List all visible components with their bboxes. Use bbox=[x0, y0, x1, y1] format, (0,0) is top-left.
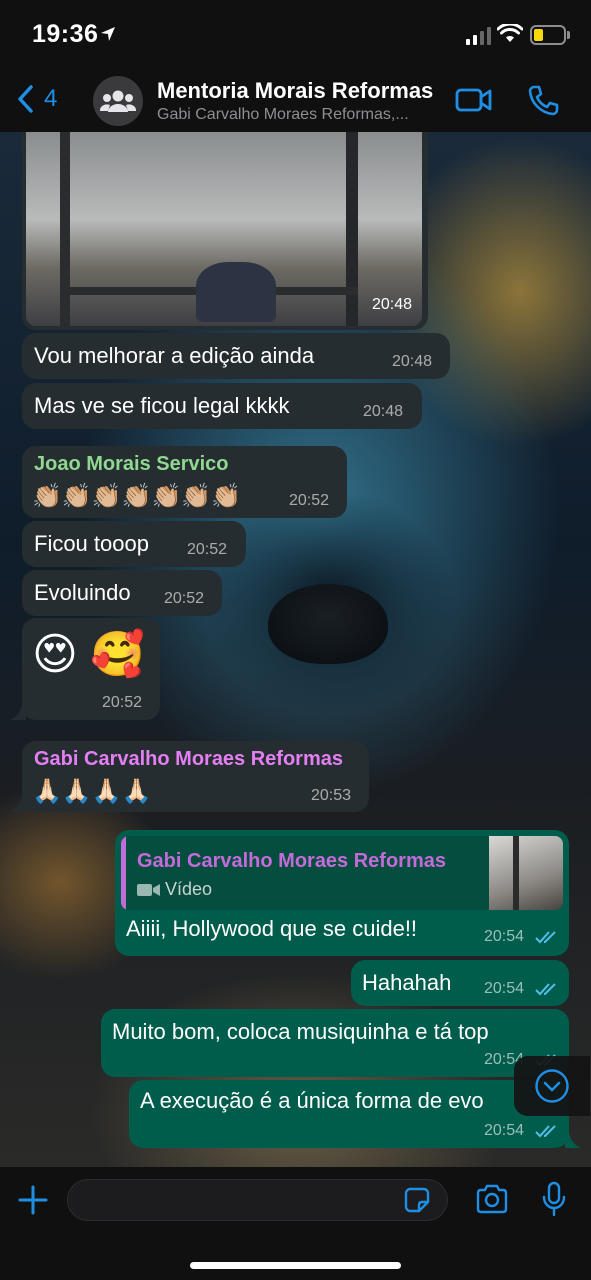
message-emoji: 😍 🥰 bbox=[32, 630, 145, 679]
cellular-signal-icon bbox=[466, 27, 491, 45]
message-bubble[interactable]: 😍 🥰 20:52 bbox=[22, 618, 160, 720]
message-bubble[interactable]: Mas ve se ficou legal kkkk 20:48 bbox=[22, 383, 422, 429]
read-receipt-icon bbox=[535, 931, 556, 944]
home-indicator[interactable] bbox=[190, 1262, 401, 1269]
quoted-message[interactable]: Gabi Carvalho Moraes Reformas Vídeo bbox=[121, 836, 563, 910]
message-time: 20:48 bbox=[372, 296, 413, 313]
message-bubble[interactable]: Muito bom, coloca musiquinha e tá top 20… bbox=[101, 1009, 569, 1077]
chat-title[interactable]: Mentoria Morais Reformas bbox=[157, 78, 433, 104]
message-text: Hahahah bbox=[362, 970, 452, 995]
read-receipt-icon bbox=[535, 1125, 556, 1138]
message-text: Mas ve se ficou legal kkkk bbox=[34, 393, 290, 418]
bubble-tail bbox=[10, 704, 26, 720]
message-time: 20:48 bbox=[363, 403, 404, 420]
message-time: 20:54 bbox=[484, 1122, 525, 1139]
chat-participants[interactable]: Gabi Carvalho Moraes Reformas,... bbox=[157, 106, 409, 124]
message-text: Aiiii, Hollywood que se cuide!! bbox=[126, 916, 418, 941]
message-bubble[interactable]: Hahahah 20:54 bbox=[351, 960, 569, 1006]
location-arrow-icon bbox=[101, 27, 115, 41]
message-time: 20:54 bbox=[484, 928, 525, 945]
plus-icon[interactable] bbox=[16, 1183, 50, 1217]
video-camera-icon bbox=[137, 884, 160, 896]
message-time: 20:54 bbox=[484, 980, 525, 997]
message-bubble[interactable]: Vou melhorar a edição ainda 20:48 bbox=[22, 333, 450, 379]
message-text: Evoluindo bbox=[34, 580, 131, 605]
status-bar: 19:36 bbox=[0, 0, 591, 70]
message-time: 20:52 bbox=[102, 694, 143, 711]
video-thumbnail[interactable] bbox=[26, 132, 422, 326]
video-call-icon[interactable] bbox=[455, 86, 493, 114]
reply-message[interactable]: Gabi Carvalho Moraes Reformas Vídeo Aiii… bbox=[115, 830, 569, 956]
chevron-left-icon bbox=[18, 85, 33, 113]
message-text: A execução é a única forma de evo bbox=[140, 1088, 484, 1113]
message-time: 20:52 bbox=[187, 541, 228, 558]
message-bubble[interactable]: Ficou tooop 20:52 bbox=[22, 521, 246, 567]
sender-name[interactable]: Gabi Carvalho Moraes Reformas bbox=[34, 748, 343, 771]
message-bubble[interactable]: Evoluindo 20:52 bbox=[22, 570, 222, 616]
message-time: 20:52 bbox=[164, 590, 205, 607]
chat-area[interactable]: 20:48 Vou melhorar a edição ainda 20:48 … bbox=[0, 132, 591, 1167]
message-bubble[interactable]: Joao Morais Servico 👏🏼👏🏼👏🏼👏🏼👏🏼👏🏼👏🏼 20:52 bbox=[22, 446, 347, 518]
message-input[interactable] bbox=[67, 1179, 448, 1221]
quoted-sender: Gabi Carvalho Moraes Reformas bbox=[137, 850, 446, 872]
quoted-video-thumbnail bbox=[489, 836, 563, 910]
message-bubble[interactable]: Gabi Carvalho Moraes Reformas 🙏🏻🙏🏻🙏🏻🙏🏻 2… bbox=[22, 741, 369, 812]
read-receipt-icon bbox=[535, 983, 556, 996]
scroll-to-bottom-button[interactable] bbox=[514, 1056, 590, 1116]
message-emoji: 👏🏼👏🏼👏🏼👏🏼👏🏼👏🏼👏🏼 bbox=[32, 483, 242, 510]
message-time: 20:48 bbox=[392, 353, 433, 370]
sticker-icon[interactable] bbox=[404, 1187, 430, 1213]
bubble-tail bbox=[10, 796, 26, 812]
camera-icon[interactable] bbox=[475, 1184, 509, 1214]
phone-icon[interactable] bbox=[527, 84, 559, 116]
sender-name[interactable]: Joao Morais Servico bbox=[34, 453, 229, 476]
battery-icon bbox=[530, 25, 566, 45]
group-icon bbox=[100, 90, 136, 112]
group-avatar[interactable] bbox=[93, 76, 143, 126]
video-message[interactable]: 20:48 bbox=[22, 132, 428, 330]
message-text: Ficou tooop bbox=[34, 531, 149, 556]
battery-nub bbox=[567, 31, 570, 39]
bubble-tail bbox=[565, 1132, 581, 1148]
quoted-text: Vídeo bbox=[165, 879, 213, 899]
wifi-icon bbox=[497, 24, 523, 42]
message-text: Vou melhorar a edição ainda bbox=[34, 343, 315, 368]
chevron-down-circle-icon bbox=[535, 1069, 569, 1103]
back-button[interactable]: 4 bbox=[16, 84, 57, 114]
message-bubble[interactable]: A execução é a única forma de evo 20:54 bbox=[129, 1080, 569, 1148]
message-emoji: 🙏🏻🙏🏻🙏🏻🙏🏻 bbox=[32, 778, 152, 805]
chat-header: 4 Mentoria Morais Reformas Gabi Carvalho… bbox=[0, 70, 591, 132]
message-text: Muito bom, coloca musiquinha e tá top bbox=[112, 1019, 489, 1044]
message-time: 20:53 bbox=[311, 787, 352, 804]
message-time: 20:52 bbox=[289, 492, 330, 509]
microphone-icon[interactable] bbox=[541, 1181, 567, 1217]
quote-accent-bar bbox=[121, 836, 126, 910]
wallpaper-detail bbox=[268, 584, 388, 664]
unread-chats-count: 4 bbox=[44, 85, 58, 112]
status-time: 19:36 bbox=[32, 20, 99, 48]
